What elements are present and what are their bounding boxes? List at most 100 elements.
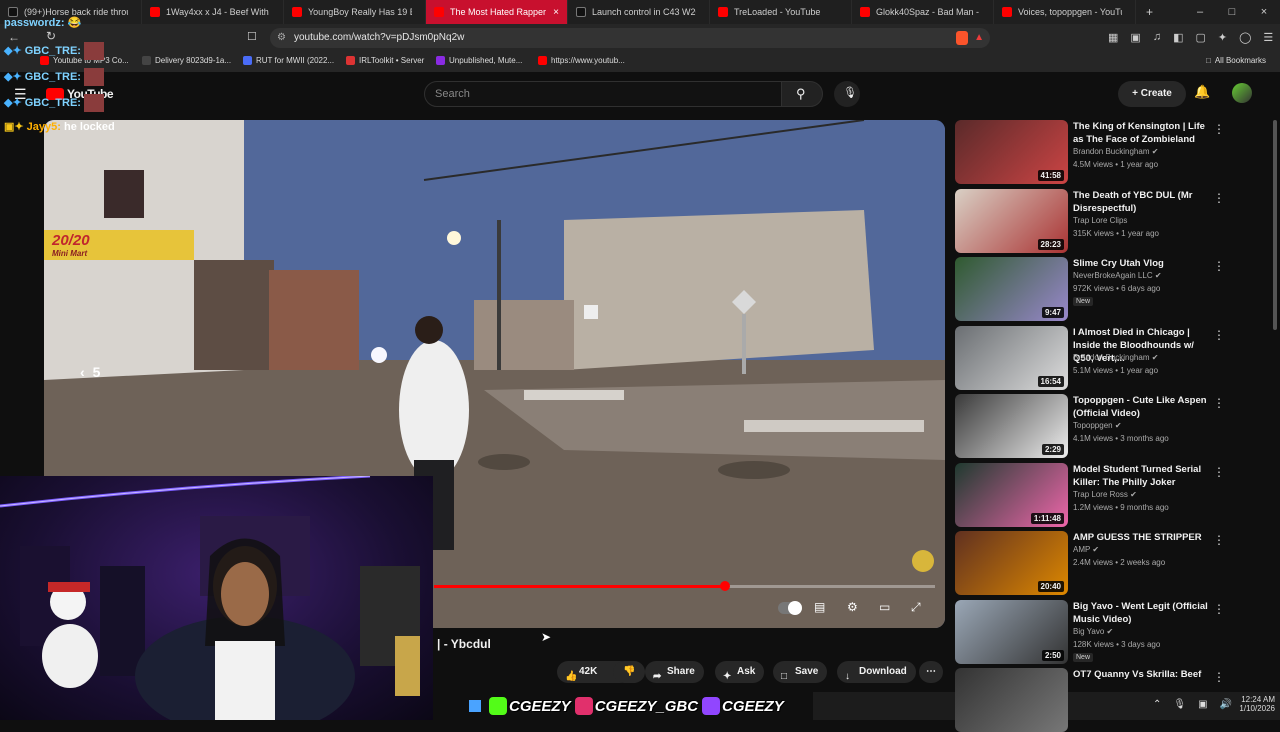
browser-tab[interactable]: YoungBoy Really Has 19 Bodie [284,0,426,24]
bookmark-item[interactable]: IRLToolkit • Server [346,56,424,65]
more-options-icon[interactable]: ⋮ [1213,191,1225,205]
menu-icon[interactable]: ☰ [1263,31,1273,44]
vpn-icon[interactable]: ◯ [1239,31,1251,44]
more-options-icon[interactable]: ⋮ [1213,670,1225,684]
maximize-icon[interactable]: □ [1216,0,1248,24]
brave-shield-icon[interactable] [956,31,968,45]
recommended-video[interactable]: 1:11:48 Model Student Turned Serial Kille… [955,463,1245,527]
sidebar-icon[interactable]: ◧ [1173,31,1183,44]
new-tab-button[interactable]: + [1136,5,1163,19]
channel-watermark-icon[interactable] [912,550,934,572]
save-button[interactable]: □ Save [773,661,828,683]
channel-name[interactable]: Topoppgen ✔ [1073,421,1122,430]
music-icon[interactable]: ♫ [1153,31,1161,44]
screenshot-icon[interactable]: ▣ [1130,31,1140,44]
dislike-button[interactable]: 👎 [613,661,646,683]
leo-icon[interactable]: ✦ [1218,31,1227,44]
more-options-icon[interactable]: ⋮ [1213,122,1225,136]
site-info-icon[interactable]: ⚙ [277,28,286,48]
video-title[interactable]: The Death of YBC DUL (Mr Disrespectful) [1073,189,1213,215]
share-button[interactable]: ➦ Share [645,661,704,683]
browser-tab[interactable]: 1Way4xx x J4 - Beef With Me ( [142,0,284,24]
recommended-video[interactable]: 2:29 Topoppgen - Cute Like Aspen (Officia… [955,394,1245,458]
recommended-video[interactable]: 9:47 Slime Cry Utah Vlog NeverBrokeAgain L… [955,257,1245,321]
recommended-video[interactable]: OT7 Quanny Vs Skrilla: Beef ⋮ [955,668,1245,732]
theater-mode-icon[interactable]: ▭ [879,600,890,614]
browser-tab[interactable]: The Most Hated Rapper in × [426,0,568,24]
video-thumbnail[interactable]: 41:58 [955,120,1068,184]
wallet-icon[interactable]: ▢ [1195,31,1205,44]
channel-name[interactable]: AMP ✔ [1073,545,1099,554]
channel-name[interactable]: Trap Lore Ross ✔ [1073,490,1137,499]
video-thumbnail[interactable]: 2:29 [955,394,1068,458]
browser-tab[interactable]: TreLoaded - YouTube [710,0,852,24]
browser-tab[interactable]: Launch control in C43 W206 # [568,0,710,24]
captions-icon[interactable]: ▤ [814,600,825,614]
minimize-icon[interactable]: – [1184,0,1216,24]
more-actions-button[interactable]: ⋯ [919,661,943,683]
search-button[interactable]: ⚲ [781,81,823,107]
all-bookmarks[interactable]: □ All Bookmarks [1206,56,1266,65]
close-tab-icon[interactable]: × [553,7,559,18]
channel-name[interactable]: Brandon Buckingham ✔ [1073,353,1158,362]
video-title[interactable]: Model Student Turned Serial Killer: The … [1073,463,1213,489]
video-title[interactable]: Big Yavo - Went Legit (Official Music Vi… [1073,600,1213,626]
tab-label: TreLoaded - YouTube [734,7,821,17]
video-thumbnail[interactable]: 16:54 [955,326,1068,390]
scrollbar-thumb[interactable] [1273,120,1277,330]
download-button[interactable]: ↓ Download [837,661,916,683]
more-options-icon[interactable]: ⋮ [1213,602,1225,616]
skip-back-indicator[interactable]: ‹ 5 [80,364,100,380]
video-thumbnail[interactable]: 20:40 [955,531,1068,595]
bookmark-item[interactable]: RUT for MWII (2022... [243,56,334,65]
bookmark-item[interactable]: https://www.youtub... [538,56,625,65]
duration-badge: 41:58 [1037,170,1064,181]
video-thumbnail[interactable]: 1:11:48 [955,463,1068,527]
brave-rewards-icon[interactable]: ▲ [974,28,984,48]
more-options-icon[interactable]: ⋮ [1213,533,1225,547]
channel-name[interactable]: Brandon Buckingham ✔ [1073,147,1158,156]
recommended-video[interactable]: 41:58 The King of Kensington | Life as Th… [955,120,1245,184]
video-thumbnail[interactable] [955,668,1068,732]
video-title[interactable]: OT7 Quanny Vs Skrilla: Beef [1073,668,1213,681]
recommended-video[interactable]: 16:54 I Almost Died in Chicago | Inside t… [955,326,1245,390]
address-bar[interactable]: ⚙ youtube.com/watch?v=pDJsm0pNq2w ▲ [270,28,990,48]
progress-bar[interactable] [434,581,935,591]
video-title[interactable]: The King of Kensington | Life as The Fac… [1073,120,1213,146]
settings-gear-icon[interactable]: ⚙ [847,600,858,614]
browser-tab[interactable]: Voices, topoppgen - YouTube [994,0,1136,24]
video-title[interactable]: AMP GUESS THE STRIPPER [1073,531,1213,544]
recommended-video[interactable]: 20:40 AMP GUESS THE STRIPPER AMP ✔ 2.4M vie… [955,531,1245,595]
voice-search-button[interactable]: 🎙 [834,81,860,107]
more-options-icon[interactable]: ⋮ [1213,259,1225,273]
video-title[interactable]: Slime Cry Utah Vlog [1073,257,1213,270]
bookmark-star-icon[interactable]: ☐ [247,30,257,43]
windows-start-icon[interactable] [469,700,481,712]
bookmark-item[interactable]: Unpublished, Mute... [436,56,522,65]
recommended-video[interactable]: 28:23 The Death of YBC DUL (Mr Disrespect… [955,189,1245,253]
more-options-icon[interactable]: ⋮ [1213,465,1225,479]
puzzle-icon[interactable]: ▦ [1108,31,1118,44]
video-title[interactable]: Topoppgen - Cute Like Aspen (Official Vi… [1073,394,1213,420]
account-avatar[interactable] [1232,83,1252,103]
video-thumbnail[interactable]: 9:47 [955,257,1068,321]
fullscreen-icon[interactable]: ⤢ [911,600,921,615]
more-options-icon[interactable]: ⋮ [1213,328,1225,342]
close-window-icon[interactable]: × [1248,0,1280,24]
channel-name[interactable]: Trap Lore Clips [1073,216,1127,225]
video-thumbnail[interactable]: 2:50 [955,600,1068,664]
channel-name[interactable]: Big Yavo ✔ [1073,627,1113,636]
bookmark-item[interactable]: Delivery 8023d9-1a... [142,56,231,65]
more-options-icon[interactable]: ⋮ [1213,396,1225,410]
scrubber-handle[interactable] [720,581,730,591]
create-button[interactable]: + Create [1118,81,1186,107]
ask-button[interactable]: ✦ Ask [715,661,765,683]
reload-icon[interactable]: ↻ [46,29,56,43]
channel-name[interactable]: NeverBrokeAgain LLC ✔ [1073,271,1162,280]
autoplay-toggle[interactable] [778,601,802,615]
search-input[interactable]: Search [424,81,782,107]
video-thumbnail[interactable]: 28:23 [955,189,1068,253]
browser-tab[interactable]: Glokk40Spaz - Bad Man - Yout [852,0,994,24]
recommended-video[interactable]: 2:50 Big Yavo - Went Legit (Official Musi… [955,600,1245,664]
notifications-bell-icon[interactable]: 🔔 [1194,84,1210,102]
